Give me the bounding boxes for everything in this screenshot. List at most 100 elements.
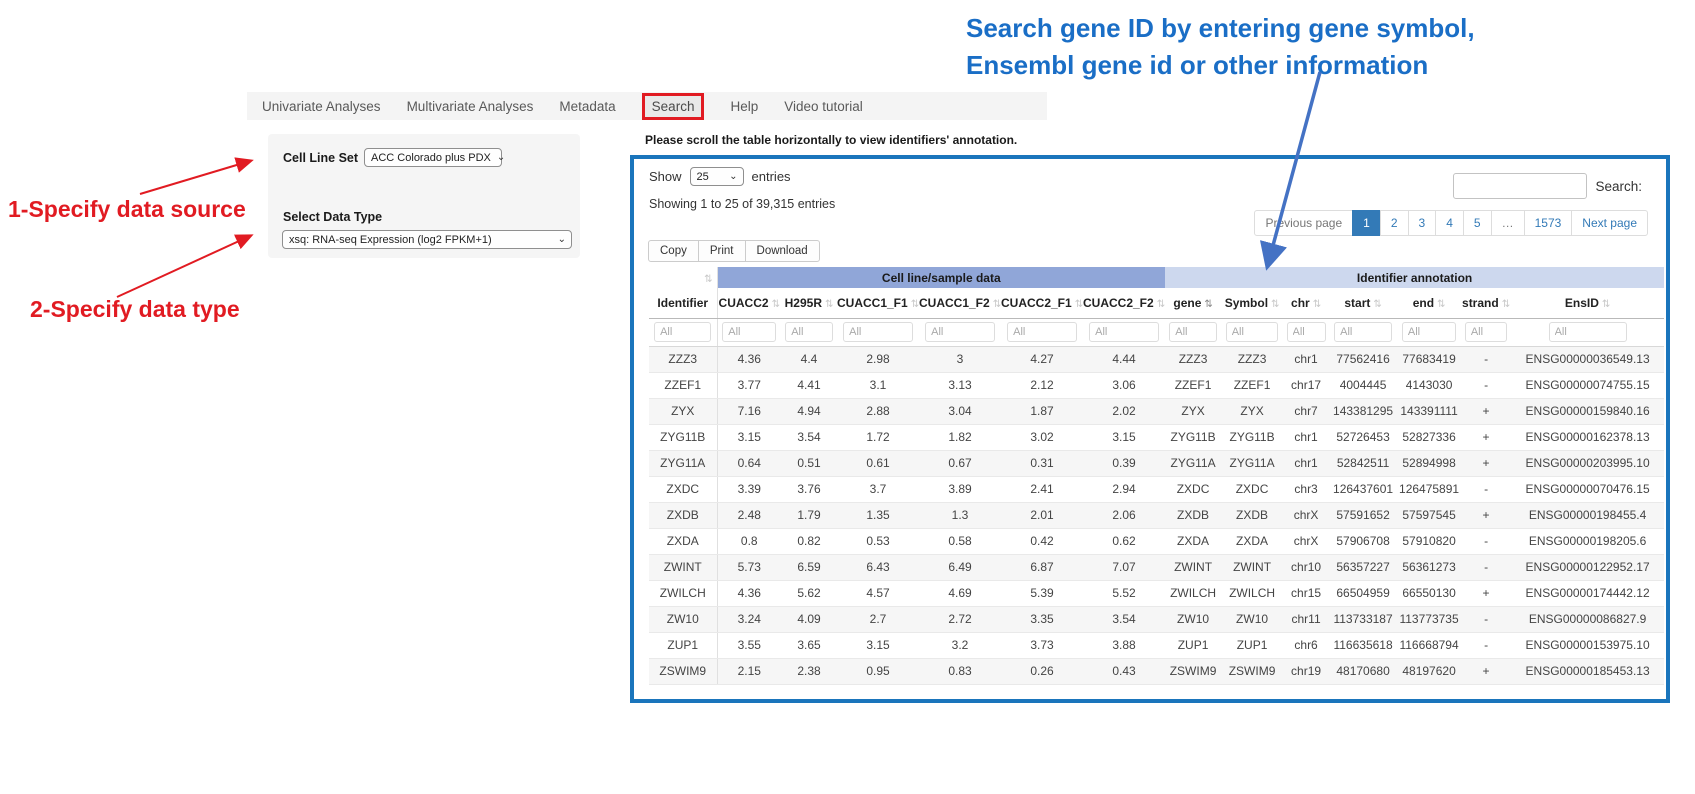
table-row[interactable]: ZUP13.553.653.153.23.733.88ZUP1ZUP1chr61… (649, 632, 1664, 658)
table-row[interactable]: ZZZ34.364.42.9834.274.44ZZZ3ZZZ3chr17756… (649, 346, 1664, 372)
column-header-chr[interactable]: chr⇅ (1283, 288, 1329, 318)
table-cell: ZUP1 (649, 632, 717, 658)
copy-button[interactable]: Copy (648, 240, 699, 262)
search-label: Search: (1595, 179, 1642, 194)
red-arrow-data-source (140, 161, 250, 194)
page-button-1573[interactable]: 1573 (1524, 210, 1573, 236)
table-cell: ZWILCH (1165, 580, 1221, 606)
column-header-cuacc2[interactable]: CUACC2⇅ (717, 288, 781, 318)
column-header-start[interactable]: start⇅ (1329, 288, 1397, 318)
column-header-ensid[interactable]: EnsID⇅ (1511, 288, 1664, 318)
table-row[interactable]: ZW103.244.092.72.723.353.54ZW10ZW10chr11… (649, 606, 1664, 632)
sort-icon[interactable]: ⇅ (1602, 299, 1610, 310)
data-type-select[interactable]: xsq: RNA-seq Expression (log2 FPKM+1) ⌄ (282, 230, 572, 249)
column-header-cuacc2_f1[interactable]: CUACC2_F1⇅ (1001, 288, 1083, 318)
previous-page-button[interactable]: Previous page (1254, 210, 1353, 236)
sort-icon[interactable]: ⇅ (1502, 299, 1510, 310)
filter-input-chr[interactable] (1287, 322, 1326, 342)
page-button-4[interactable]: 4 (1435, 210, 1464, 236)
filter-input-identifier[interactable] (654, 322, 711, 342)
table-row[interactable]: ZXDC3.393.763.73.892.412.94ZXDCZXDCchr31… (649, 476, 1664, 502)
table-cell: ZSWIM9 (1165, 658, 1221, 684)
column-header-h295r[interactable]: H295R⇅ (781, 288, 837, 318)
page-button-…[interactable]: … (1491, 210, 1525, 236)
nav-item-help[interactable]: Help (730, 99, 758, 114)
nav-item-video-tutorial[interactable]: Video tutorial (784, 99, 863, 114)
filter-input-cuacc1_f2[interactable] (925, 322, 995, 342)
column-header-gene[interactable]: gene⇅ (1165, 288, 1221, 318)
column-header-strand[interactable]: strand⇅ (1461, 288, 1511, 318)
page-button-3[interactable]: 3 (1408, 210, 1437, 236)
sort-icon[interactable]: ⇅ (1313, 299, 1321, 310)
filter-input-gene[interactable] (1169, 322, 1217, 342)
table-cell: ZZEF1 (1165, 372, 1221, 398)
table-cell: 56361273 (1397, 554, 1461, 580)
column-header-symbol[interactable]: Symbol⇅ (1221, 288, 1283, 318)
filter-input-cuacc1_f1[interactable] (843, 322, 913, 342)
filter-input-cuacc2_f2[interactable] (1089, 322, 1159, 342)
table-cell: ZXDB (649, 502, 717, 528)
table-cell: 2.38 (781, 658, 837, 684)
filter-input-h295r[interactable] (785, 322, 833, 342)
table-cell: ZYX (649, 398, 717, 424)
column-header-end[interactable]: end⇅ (1397, 288, 1461, 318)
table-cell: 3.24 (717, 606, 781, 632)
group-header-empty[interactable]: ⇅ (649, 267, 717, 288)
table-row[interactable]: ZXDA0.80.820.530.580.420.62ZXDAZXDAchrX5… (649, 528, 1664, 554)
table-cell: ZZZ3 (1221, 346, 1283, 372)
nav-item-metadata[interactable]: Metadata (559, 99, 615, 114)
nav-bar: Univariate Analyses Multivariate Analyses… (247, 92, 1047, 120)
table-cell: ENSG00000174442.12 (1511, 580, 1664, 606)
filter-input-cuacc2[interactable] (722, 322, 776, 342)
sort-icon[interactable]: ⇅ (911, 299, 919, 310)
nav-item-multivariate-analyses[interactable]: Multivariate Analyses (407, 99, 534, 114)
page-length-select[interactable]: 25 ⌄ (690, 167, 744, 186)
print-button[interactable]: Print (698, 240, 746, 262)
table-row[interactable]: ZWINT5.736.596.436.496.877.07ZWINTZWINTc… (649, 554, 1664, 580)
nav-item-univariate-analyses[interactable]: Univariate Analyses (262, 99, 381, 114)
nav-item-search[interactable]: Search (642, 93, 705, 120)
table-cell: 7.16 (717, 398, 781, 424)
sort-icon[interactable]: ⇅ (1204, 299, 1212, 310)
table-cell: chr1 (1283, 346, 1329, 372)
sort-icon[interactable]: ⇅ (993, 299, 1001, 310)
column-header-cuacc1_f1[interactable]: CUACC1_F1⇅ (837, 288, 919, 318)
table-cell: ZZEF1 (1221, 372, 1283, 398)
page-button-2[interactable]: 2 (1380, 210, 1409, 236)
table-row[interactable]: ZZEF13.774.413.13.132.123.06ZZEF1ZZEF1ch… (649, 372, 1664, 398)
table-row[interactable]: ZWILCH4.365.624.574.695.395.52ZWILCHZWIL… (649, 580, 1664, 606)
table-row[interactable]: ZYG11B3.153.541.721.823.023.15ZYG11BZYG1… (649, 424, 1664, 450)
table-row[interactable]: ZSWIM92.152.380.950.830.260.43ZSWIM9ZSWI… (649, 658, 1664, 684)
page-button-1[interactable]: 1 (1352, 210, 1381, 236)
filter-input-cuacc2_f1[interactable] (1007, 322, 1077, 342)
table-cell: + (1461, 450, 1511, 476)
cell-line-set-select[interactable]: ACC Colorado plus PDX ⌄ (364, 148, 502, 167)
sort-icon[interactable]: ⇅ (772, 299, 780, 310)
table-cell: ZSWIM9 (1221, 658, 1283, 684)
sort-icon[interactable]: ⇅ (1157, 299, 1165, 310)
table-row[interactable]: ZXDB2.481.791.351.32.012.06ZXDBZXDBchrX5… (649, 502, 1664, 528)
filter-input-ensid[interactable] (1549, 322, 1627, 342)
table-search-control: Search: (1453, 173, 1642, 199)
sort-icon[interactable]: ⇅ (1373, 299, 1381, 310)
filter-input-symbol[interactable] (1226, 322, 1279, 342)
filter-input-start[interactable] (1334, 322, 1392, 342)
download-button[interactable]: Download (745, 240, 820, 262)
search-input[interactable] (1453, 173, 1587, 199)
column-header-cuacc2_f2[interactable]: CUACC2_F2⇅ (1083, 288, 1165, 318)
filter-input-end[interactable] (1402, 322, 1456, 342)
sort-icon[interactable]: ⇅ (825, 299, 833, 310)
column-header-identifier[interactable]: Identifier (649, 288, 717, 318)
page-button-5[interactable]: 5 (1463, 210, 1492, 236)
column-header-cuacc1_f2[interactable]: CUACC1_F2⇅ (919, 288, 1001, 318)
table-cell: ZSWIM9 (649, 658, 717, 684)
table-cell: 52894998 (1397, 450, 1461, 476)
sort-icon[interactable]: ⇅ (1437, 299, 1445, 310)
sort-icon[interactable]: ⇅ (1271, 299, 1279, 310)
next-page-button[interactable]: Next page (1571, 210, 1648, 236)
filter-input-strand[interactable] (1465, 322, 1508, 342)
sort-icon[interactable]: ⇅ (1075, 299, 1083, 310)
table-row[interactable]: ZYX7.164.942.883.041.872.02ZYXZYXchr7143… (649, 398, 1664, 424)
table-cell: ZYX (1165, 398, 1221, 424)
table-row[interactable]: ZYG11A0.640.510.610.670.310.39ZYG11AZYG1… (649, 450, 1664, 476)
